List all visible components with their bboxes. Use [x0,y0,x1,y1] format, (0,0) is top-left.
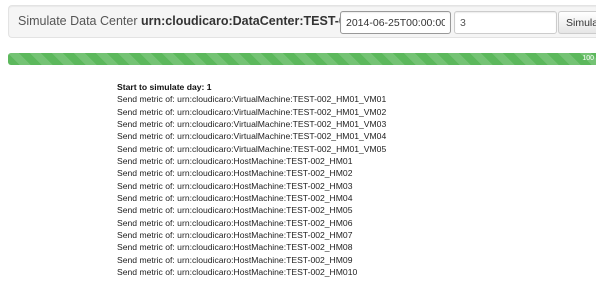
log-line: Send metric of: urn:cloudicaro:HostMachi… [117,180,353,191]
progress-label: 100 [582,55,594,62]
simulate-button[interactable]: Simulate [558,11,596,34]
progress-bar: 100 [8,53,596,65]
log-line: Send metric of: urn:cloudicaro:HostMachi… [117,168,353,179]
log-line: Send metric of: urn:cloudicaro:HostMachi… [117,230,353,241]
progress-fill: 100 [8,53,596,65]
days-input[interactable] [454,11,557,34]
log-line: Send metric of: urn:cloudicaro:HostMachi… [117,193,353,204]
simulator-page: Simulate Data Center urn:cloudicaro:Data… [0,0,596,294]
page-title: Simulate Data Center urn:cloudicaro:Data… [18,14,360,28]
log-line: Send metric of: urn:cloudicaro:VirtualMa… [117,106,387,117]
simulate-form-panel: Simulate Data Center urn:cloudicaro:Data… [8,5,596,38]
log-line: Send metric of: urn:cloudicaro:HostMachi… [117,205,353,216]
simulation-log: Start to simulate day: 1 Send metric of:… [117,81,587,279]
log-line: Send metric of: urn:cloudicaro:HostMachi… [117,217,353,228]
datacenter-name: urn:cloudicaro:DataCenter:TEST-002 [140,14,360,28]
log-line: Send metric of: urn:cloudicaro:VirtualMa… [117,131,387,142]
log-line: Send metric of: urn:cloudicaro:VirtualMa… [117,94,387,105]
log-line: Send metric of: urn:cloudicaro:HostMachi… [117,156,353,167]
start-date-input[interactable] [340,11,451,34]
log-heading: Start to simulate day: 1 [117,82,212,92]
log-line: Send metric of: urn:cloudicaro:HostMachi… [117,267,358,278]
log-line: Send metric of: urn:cloudicaro:HostMachi… [117,242,353,253]
log-line: Send metric of: urn:cloudicaro:VirtualMa… [117,143,387,154]
log-line: Send metric of: urn:cloudicaro:VirtualMa… [117,119,387,130]
log-line: Send metric of: urn:cloudicaro:HostMachi… [117,254,353,265]
page-title-prefix: Simulate Data Center [18,14,141,28]
